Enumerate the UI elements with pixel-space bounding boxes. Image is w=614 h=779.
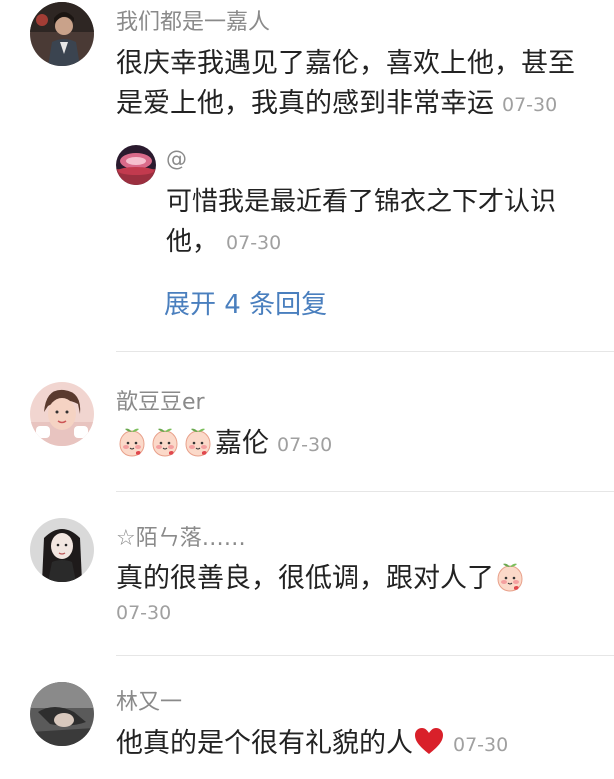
timestamp: 07-30 bbox=[277, 434, 333, 456]
avatar[interactable] bbox=[30, 518, 94, 582]
timestamp: 07-30 bbox=[453, 734, 509, 756]
reply-body: 可惜我是最近看了锦衣之下才认识他， bbox=[166, 187, 557, 257]
username[interactable]: 歆豆豆er bbox=[116, 384, 205, 416]
comment-text: 他真的是个很有礼貌的人 07-30 bbox=[116, 724, 596, 765]
comment-text: 很庆幸我遇见了嘉伦，喜欢上他，甚至是爱上他，我真的感到非常幸运 07-30 bbox=[116, 44, 596, 125]
red-heart-icon bbox=[415, 728, 443, 754]
reply-username[interactable]: @ bbox=[166, 147, 187, 171]
avatar[interactable] bbox=[30, 382, 94, 446]
timestamp: 07-30 bbox=[502, 94, 558, 116]
username[interactable]: 林又一 bbox=[116, 684, 182, 716]
username[interactable]: ☆陌ㄣ落…… bbox=[116, 520, 246, 552]
peach-emoji-icon bbox=[116, 426, 148, 458]
divider bbox=[116, 655, 614, 656]
timestamp: 07-30 bbox=[226, 232, 282, 254]
comment-body: 真的很善良，很低调，跟对人了 bbox=[116, 563, 494, 594]
avatar[interactable] bbox=[30, 682, 94, 746]
comment-body: 他真的是个很有礼貌的人 bbox=[116, 728, 413, 759]
reply-avatar[interactable] bbox=[116, 145, 156, 185]
avatar[interactable] bbox=[30, 2, 94, 66]
timestamp: 07-30 bbox=[116, 602, 172, 624]
peach-emoji-icon bbox=[182, 426, 214, 458]
divider bbox=[116, 351, 614, 352]
username[interactable]: 我们都是一嘉人 bbox=[116, 4, 270, 36]
peach-emoji-icon bbox=[149, 426, 181, 458]
divider bbox=[116, 491, 614, 492]
peach-emoji-icon bbox=[494, 561, 526, 593]
expand-replies-button[interactable]: 展开 4 条回复 bbox=[164, 284, 327, 321]
comment-body: 嘉伦 bbox=[215, 428, 269, 459]
reply-text: 可惜我是最近看了锦衣之下才认识他， 07-30 bbox=[166, 182, 596, 263]
comment-text: 嘉伦 07-30 bbox=[116, 424, 596, 465]
comment-text: 真的很善良，很低调，跟对人了 07-30 bbox=[116, 559, 596, 627]
